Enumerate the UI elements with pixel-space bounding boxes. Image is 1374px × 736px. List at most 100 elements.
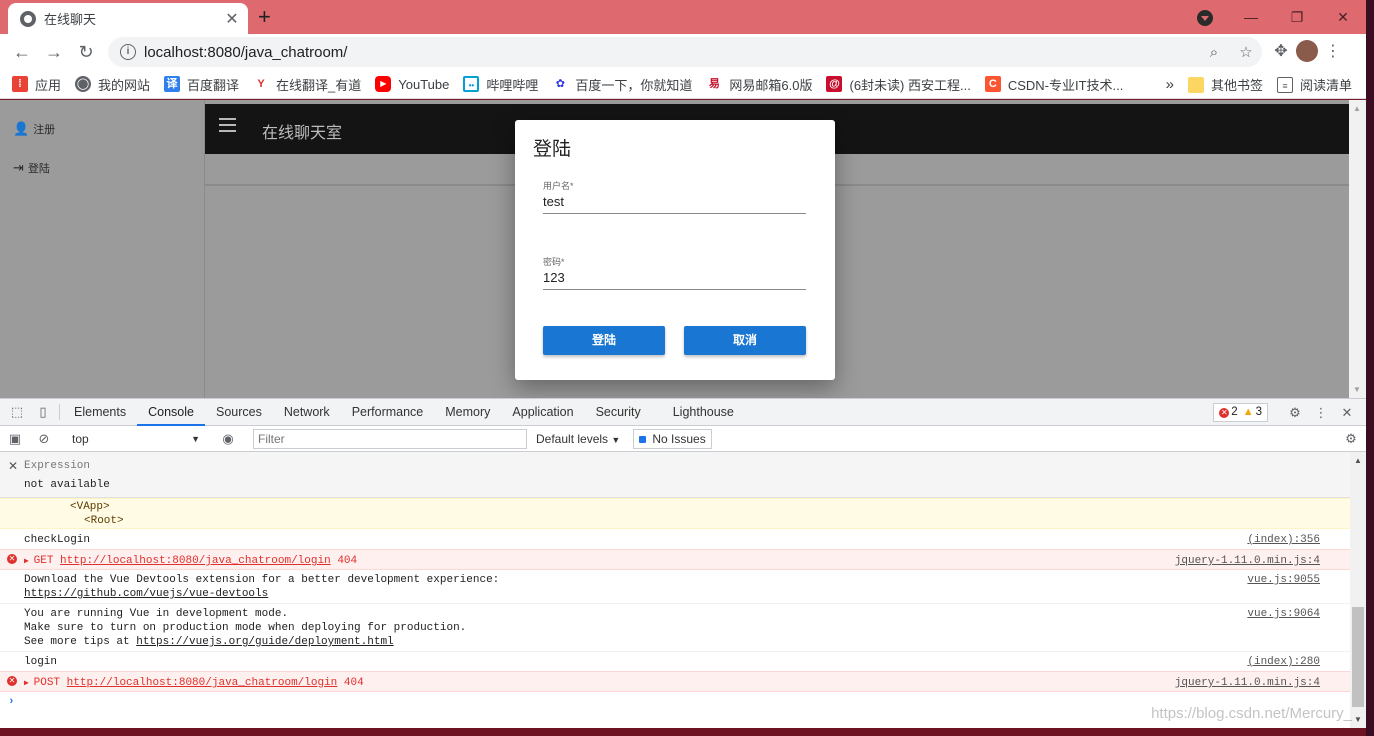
tab-sources[interactable]: Sources bbox=[205, 399, 273, 426]
issue-counts-badge[interactable]: ✕ 2 ▲ 3 bbox=[1213, 403, 1268, 422]
bookmark-my-site[interactable]: ◯ 我的网站 bbox=[75, 75, 150, 94]
cancel-button[interactable]: 取消 bbox=[684, 326, 806, 355]
remove-expression-icon[interactable]: ✕ bbox=[8, 459, 18, 473]
warning-icon: ▲ bbox=[1242, 406, 1254, 418]
more-options-icon[interactable]: ⋮ bbox=[1308, 405, 1334, 421]
bookmark-other-folder[interactable]: 其他书签 bbox=[1187, 75, 1263, 94]
minimize-button[interactable]: — bbox=[1228, 2, 1274, 32]
error-count: 2 bbox=[1231, 406, 1238, 418]
browser-toolbar: ← → ↻ i localhost:8080/java_chatroom/ ⌕ … bbox=[0, 34, 1366, 70]
download-icon[interactable] bbox=[1182, 2, 1228, 32]
login-dialog: 登陆 用户名* 密码* 登陆 取消 bbox=[515, 120, 835, 380]
bookmarks-bar: ⁞ 应用 ◯ 我的网站 译百度翻译 Y 在线翻译_有道 ▶ YouTube •• 哔哩哔哩… bbox=[0, 70, 1366, 99]
expression-value: not available bbox=[24, 479, 110, 491]
expand-triangle-icon[interactable]: ▶ bbox=[24, 557, 34, 566]
devtools-tabbar: ⬚ ▯ Elements Console Sources Network Per… bbox=[0, 398, 1366, 426]
tab-elements[interactable]: Elements bbox=[63, 399, 137, 426]
source-link[interactable]: (index):356 bbox=[1247, 533, 1320, 547]
extensions-puzzle-icon[interactable]: ✥ bbox=[1266, 41, 1296, 61]
drawer-item-login[interactable]: ⇥ 登陆 bbox=[13, 160, 50, 176]
vapp-line: <VApp> bbox=[70, 501, 110, 513]
url-text[interactable]: localhost:8080/java_chatroom/ bbox=[144, 44, 1198, 61]
tab-network[interactable]: Network bbox=[273, 399, 341, 426]
bookmark-baidu[interactable]: ✿ 百度一下，你就知道 bbox=[552, 75, 692, 94]
bookmark-bilibili[interactable]: •• 哔哩哔哩 bbox=[463, 75, 538, 94]
vue-deployment-link[interactable]: https://vuejs.org/guide/deployment.html bbox=[136, 636, 393, 648]
password-input[interactable] bbox=[543, 268, 806, 290]
clear-console-icon[interactable]: ⊘ bbox=[31, 431, 57, 447]
inspect-element-icon[interactable]: ⬚ bbox=[4, 404, 30, 420]
expand-triangle-icon[interactable]: ▶ bbox=[24, 679, 34, 688]
bookmarks-right: » 其他书签 ≡ 阅读清单 bbox=[1166, 70, 1352, 99]
console-settings-gear-icon[interactable]: ⚙ bbox=[1338, 431, 1364, 447]
close-devtools-icon[interactable]: ✕ bbox=[1334, 405, 1360, 421]
bookmark-netease-mail[interactable]: 易网易邮箱6.0版 bbox=[706, 75, 812, 94]
context-select[interactable]: top ▼ bbox=[64, 429, 204, 449]
scroll-up-icon[interactable]: ▲ bbox=[1353, 104, 1361, 113]
issues-icon bbox=[639, 436, 646, 443]
page-scrollbar[interactable]: ▲ ▼ bbox=[1349, 100, 1366, 398]
log-levels-select[interactable]: Default levels ▼ bbox=[536, 429, 620, 450]
new-tab-button[interactable]: + bbox=[258, 4, 271, 30]
tab-close-icon[interactable]: ✕ bbox=[222, 9, 242, 29]
browser-tab[interactable]: 在线聊天 ✕ bbox=[8, 3, 248, 34]
request-url-link[interactable]: http://localhost:8080/java_chatroom/logi… bbox=[67, 677, 338, 689]
site-info-icon[interactable]: i bbox=[120, 44, 136, 60]
issues-button[interactable]: No Issues bbox=[633, 429, 712, 449]
bookmark-star-icon[interactable]: ☆ bbox=[1230, 43, 1262, 61]
scroll-up-icon[interactable]: ▲ bbox=[1354, 456, 1362, 465]
hamburger-menu-icon[interactable] bbox=[219, 118, 236, 136]
browser-menu-icon[interactable]: ⋮ bbox=[1318, 41, 1348, 61]
tab-console[interactable]: Console bbox=[137, 399, 205, 426]
tab-lighthouse[interactable]: Lighthouse bbox=[662, 399, 745, 426]
username-input[interactable] bbox=[543, 192, 806, 214]
expression-label[interactable]: Expression bbox=[24, 459, 90, 473]
console-scrollbar[interactable]: ▲ ▼ bbox=[1350, 452, 1366, 728]
request-url-link[interactable]: http://localhost:8080/java_chatroom/logi… bbox=[60, 555, 331, 567]
error-icon: ✕ bbox=[7, 554, 17, 564]
reading-list[interactable]: ≡ 阅读清单 bbox=[1276, 75, 1352, 94]
tab-application[interactable]: Application bbox=[501, 399, 584, 426]
source-link[interactable]: jquery-1.11.0.min.js:4 bbox=[1175, 676, 1320, 690]
forward-icon[interactable]: → bbox=[40, 42, 68, 63]
live-expression-eye-icon[interactable]: ◉ bbox=[215, 431, 241, 447]
tab-performance[interactable]: Performance bbox=[341, 399, 435, 426]
scroll-thumb[interactable] bbox=[1352, 607, 1364, 707]
settings-gear-icon[interactable]: ⚙ bbox=[1282, 405, 1308, 421]
bookmark-csdn[interactable]: C CSDN-专业IT技术... bbox=[984, 75, 1123, 94]
profile-avatar[interactable] bbox=[1296, 40, 1318, 62]
back-icon[interactable]: ← bbox=[8, 42, 36, 63]
sidebar-toggle-icon[interactable]: ▣ bbox=[2, 431, 28, 447]
window-controls: — ❐ ✕ bbox=[1182, 0, 1366, 34]
bookmarks-overflow-chevron-icon[interactable]: » bbox=[1166, 76, 1174, 93]
drawer-item-register[interactable]: 👤 注册 bbox=[13, 121, 55, 137]
scroll-down-icon[interactable]: ▼ bbox=[1353, 385, 1361, 394]
bookmark-youdao[interactable]: Y 在线翻译_有道 bbox=[253, 75, 361, 94]
maximize-button[interactable]: ❐ bbox=[1274, 2, 1320, 32]
bookmark-baidu-translate[interactable]: 译百度翻译 bbox=[164, 75, 239, 94]
tab-memory[interactable]: Memory bbox=[434, 399, 501, 426]
scroll-down-icon[interactable]: ▼ bbox=[1354, 715, 1362, 724]
address-bar[interactable]: i localhost:8080/java_chatroom/ ⌕ ☆ bbox=[108, 37, 1262, 67]
bookmark-unread-mail[interactable]: @ (6封未读) 西安工程... bbox=[826, 75, 971, 94]
console-filterbar: ▣ ⊘ top ▼ ◉ Default levels ▼ No Issues ⚙ bbox=[0, 426, 1366, 452]
login-button[interactable]: 登陆 bbox=[543, 326, 665, 355]
source-link[interactable]: jquery-1.11.0.min.js:4 bbox=[1175, 554, 1320, 568]
source-link[interactable]: vue.js:9064 bbox=[1247, 607, 1320, 621]
folder-icon bbox=[1187, 76, 1204, 93]
tab-security[interactable]: Security bbox=[585, 399, 652, 426]
warning-count: 3 bbox=[1255, 406, 1262, 418]
vue-devtools-link[interactable]: https://github.com/vuejs/vue-devtools bbox=[24, 587, 268, 601]
device-toolbar-icon[interactable]: ▯ bbox=[30, 404, 56, 420]
source-link[interactable]: vue.js:9055 bbox=[1247, 573, 1320, 587]
globe-icon bbox=[20, 10, 36, 27]
bookmark-youtube[interactable]: ▶ YouTube bbox=[375, 76, 449, 92]
close-window-button[interactable]: ✕ bbox=[1320, 2, 1366, 32]
console-prompt[interactable]: › bbox=[0, 692, 1350, 714]
zoom-icon[interactable]: ⌕ bbox=[1198, 44, 1230, 61]
reload-icon[interactable]: ↻ bbox=[72, 42, 100, 63]
request-method: POST bbox=[33, 677, 61, 689]
filter-input[interactable] bbox=[253, 429, 527, 449]
bookmark-apps[interactable]: ⁞ 应用 bbox=[12, 75, 61, 94]
source-link[interactable]: (index):280 bbox=[1247, 655, 1320, 669]
